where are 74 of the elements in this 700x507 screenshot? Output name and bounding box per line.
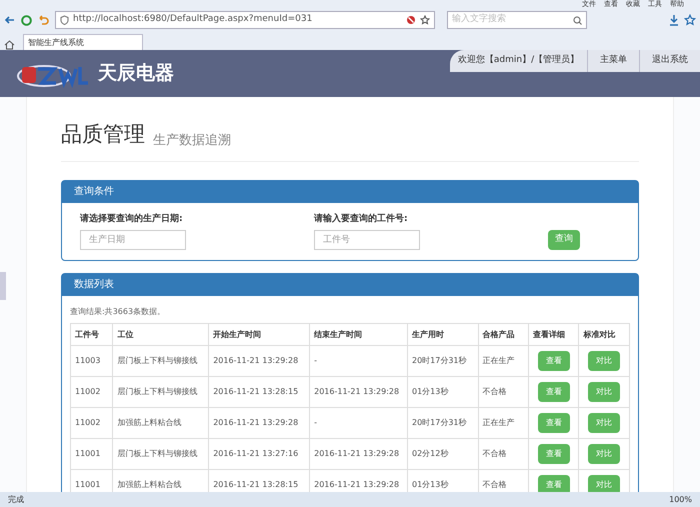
compare-button[interactable]: 对比 xyxy=(588,382,620,402)
column-header: 标准对比 xyxy=(578,324,630,346)
table-cell: 20时17分31秒 xyxy=(407,408,478,438)
undo-icon[interactable] xyxy=(37,14,51,26)
search-icon[interactable] xyxy=(573,16,582,24)
page-title: 品质管理 xyxy=(61,121,145,148)
date-input-field[interactable]: 生产日期 xyxy=(80,230,186,250)
compare-button[interactable]: 对比 xyxy=(588,351,620,371)
home-icon[interactable] xyxy=(4,39,15,50)
browser-tab[interactable]: 智能生产线系统 xyxy=(23,34,143,50)
table-cell: 2016-11-21 13:29:28 xyxy=(310,438,408,470)
table-cell: 加强筋上料粘合线 xyxy=(112,408,209,438)
table-cell: 层门板上下料与铆接线 xyxy=(112,438,209,470)
column-header: 合格产品 xyxy=(478,324,529,346)
star-icon[interactable] xyxy=(684,14,696,26)
address-bar[interactable]: http://localhost:6980/DefaultPage.aspx?menuId=031 xyxy=(55,11,435,29)
table-cell: - xyxy=(310,408,408,438)
table-cell: 01分13秒 xyxy=(407,376,478,408)
compare-button[interactable]: 对比 xyxy=(588,413,620,433)
table-cell: - xyxy=(310,346,408,376)
column-header: 生产用时 xyxy=(407,324,478,346)
job-number-input-field[interactable]: 工件号 xyxy=(314,230,420,250)
table-cell: 不合格 xyxy=(478,438,529,470)
status-text: 完成 xyxy=(8,494,24,506)
panel-title: 查询条件 xyxy=(62,180,638,202)
table-cell: 02分12秒 xyxy=(407,438,478,470)
search-field[interactable]: 输入文字搜索 xyxy=(447,11,587,29)
table-cell: 2016-11-21 13:27:16 xyxy=(208,438,310,470)
table-cell: 20时17分31秒 xyxy=(407,346,478,376)
table-cell: 正在生产 xyxy=(478,346,529,376)
view-button[interactable]: 查看 xyxy=(538,382,570,402)
table-cell: 2016-11-21 13:29:28 xyxy=(208,346,310,376)
result-summary: 查询结果:共3663条数据。 xyxy=(70,306,166,318)
view-button[interactable]: 查看 xyxy=(538,351,570,371)
header-link[interactable]: 主菜单 xyxy=(587,50,639,72)
view-button[interactable]: 查看 xyxy=(538,475,570,492)
refresh-icon[interactable] xyxy=(20,14,33,26)
zoom-level[interactable]: 100% xyxy=(669,494,692,506)
shield-icon xyxy=(60,15,69,25)
brand-name: 天辰电器 xyxy=(98,61,174,86)
column-header: 工件号 xyxy=(70,324,113,346)
table-cell: 11001 xyxy=(70,438,113,470)
collapse-handle[interactable] xyxy=(0,272,6,300)
download-icon[interactable] xyxy=(668,14,680,26)
table-cell: 11002 xyxy=(70,376,113,408)
header-link[interactable]: 退出系统 xyxy=(639,50,700,72)
table-cell: 2016-11-21 13:29:28 xyxy=(208,408,310,438)
block-icon[interactable] xyxy=(406,15,416,25)
panel-title: 数据列表 xyxy=(62,274,638,296)
table-cell: 正在生产 xyxy=(478,408,529,438)
view-button[interactable]: 查看 xyxy=(538,413,570,433)
field-label: 请输入要查询的工件号: xyxy=(314,212,409,226)
table-cell: 不合格 xyxy=(478,376,529,408)
url-text: http://localhost:6980/DefaultPage.aspx?menuId=031 xyxy=(73,13,312,26)
back-icon[interactable] xyxy=(4,14,16,26)
compare-button[interactable]: 对比 xyxy=(588,444,620,464)
welcome-text: 欢迎您【admin】/【管理员】 xyxy=(456,54,580,68)
column-header: 查看详细 xyxy=(528,324,579,346)
table-cell: 11003 xyxy=(70,346,113,376)
table-cell: 层门板上下料与铆接线 xyxy=(112,376,209,408)
query-button[interactable]: 查询 xyxy=(548,230,580,250)
table-cell: 11002 xyxy=(70,408,113,438)
view-button[interactable]: 查看 xyxy=(538,444,570,464)
column-header: 结束生产时间 xyxy=(310,324,408,346)
column-header: 开始生产时间 xyxy=(208,324,310,346)
search-placeholder: 输入文字搜索 xyxy=(452,13,507,26)
column-header: 工位 xyxy=(112,324,209,346)
star-icon[interactable] xyxy=(420,15,430,25)
table-cell: 2016-11-21 13:28:15 xyxy=(208,376,310,408)
field-label: 请选择要查询的生产日期: xyxy=(80,212,184,226)
table-cell: 层门板上下料与铆接线 xyxy=(112,346,209,376)
table-cell: 2016-11-21 13:29:28 xyxy=(310,376,408,408)
compare-button[interactable]: 对比 xyxy=(588,475,620,492)
page-subtitle: 生产数据追溯 xyxy=(153,132,231,150)
